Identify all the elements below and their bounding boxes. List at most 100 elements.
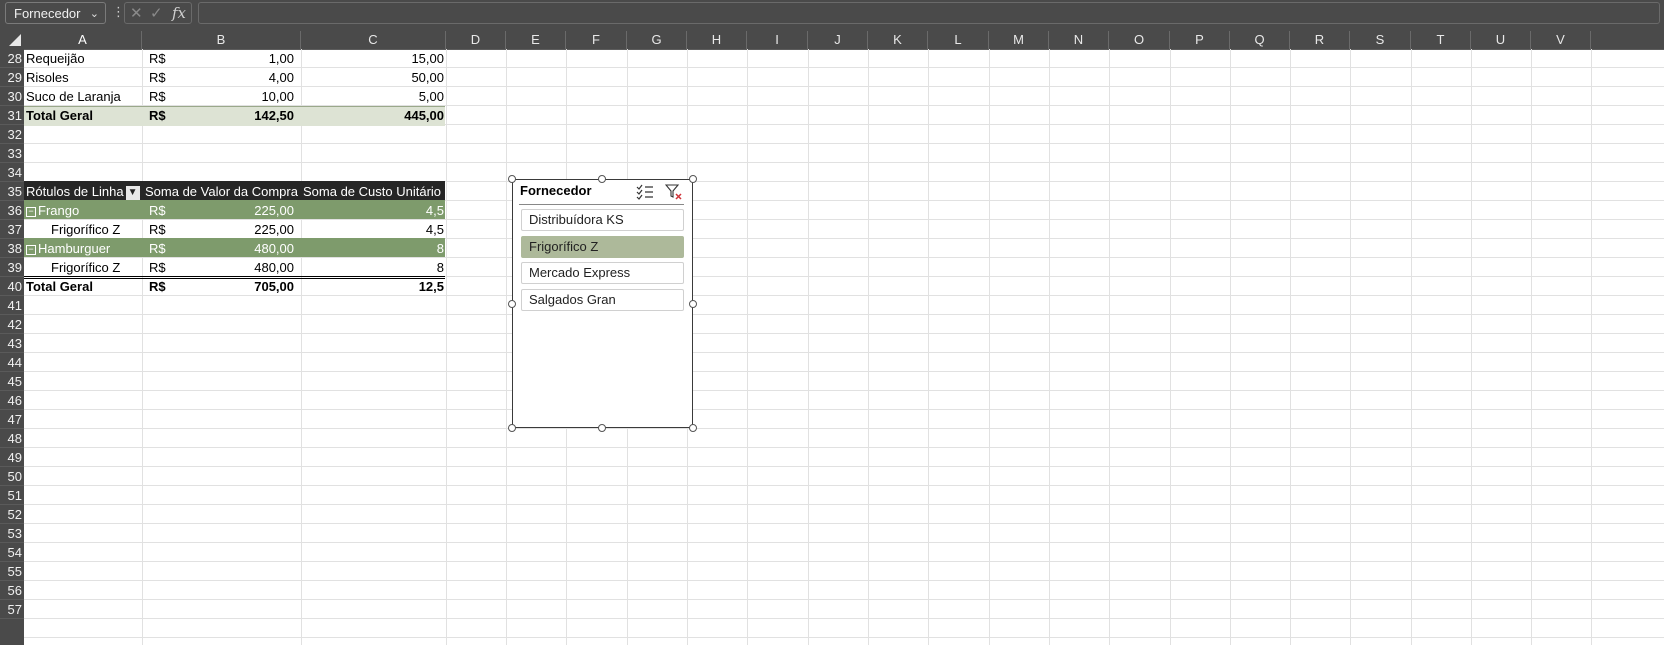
row-header-38[interactable]: 38 <box>0 239 24 258</box>
row-header-41[interactable]: 41 <box>0 296 24 315</box>
column-header-s[interactable]: S <box>1350 31 1411 49</box>
pivot-value[interactable]: 480,00 <box>190 258 294 277</box>
cell-value[interactable]: 50,00 <box>330 68 444 87</box>
column-header-f[interactable]: F <box>566 31 627 49</box>
row-header-39[interactable]: 39 <box>0 258 24 277</box>
row-header-55[interactable]: 55 <box>0 562 24 581</box>
pivot-value[interactable]: 225,00 <box>190 201 294 220</box>
column-header-a[interactable]: A <box>24 31 142 49</box>
cell-value[interactable]: 1,00 <box>190 49 294 68</box>
cell-currency[interactable]: R$ <box>149 220 179 239</box>
column-header-c[interactable]: C <box>301 31 446 49</box>
row-header-29[interactable]: 29 <box>0 68 24 87</box>
row-header-34[interactable]: 34 <box>0 163 24 182</box>
cell-total-value[interactable]: 142,50 <box>190 106 294 125</box>
pivot-header-sum-value[interactable]: Soma de Valor da Compra <box>145 182 301 201</box>
pivot-cost[interactable]: 8 <box>330 239 444 258</box>
enter-icon[interactable]: ✓ <box>150 4 163 22</box>
row-header-56[interactable]: 56 <box>0 581 24 600</box>
column-header-i[interactable]: I <box>747 31 808 49</box>
resize-handle[interactable] <box>508 175 516 183</box>
cell-currency[interactable]: R$ <box>149 277 179 296</box>
slicer-item[interactable]: Distribuídora KS <box>521 209 684 231</box>
resize-handle[interactable] <box>508 424 516 432</box>
pivot-total-cost[interactable]: 12,5 <box>330 277 444 296</box>
row-header-51[interactable]: 51 <box>0 486 24 505</box>
column-header-r[interactable]: R <box>1290 31 1350 49</box>
column-header-e[interactable]: E <box>506 31 566 49</box>
row-header-54[interactable]: 54 <box>0 543 24 562</box>
pivot-detail-label[interactable]: Frigorífico Z <box>51 258 142 277</box>
cell-label[interactable]: Requeijão <box>26 49 142 68</box>
row-header-48[interactable]: 48 <box>0 429 24 448</box>
column-header-k[interactable]: K <box>868 31 928 49</box>
cancel-icon[interactable]: ✕ <box>130 4 143 22</box>
filter-dropdown-icon[interactable]: ▼ <box>125 185 140 200</box>
column-header-j[interactable]: J <box>808 31 868 49</box>
pivot-total-value[interactable]: 705,00 <box>190 277 294 296</box>
pivot-group-label[interactable]: − Frango <box>26 201 142 220</box>
column-header-l[interactable]: L <box>928 31 989 49</box>
cell-value[interactable]: 10,00 <box>190 87 294 106</box>
pivot-header-sum-cost[interactable]: Soma de Custo Unitário <box>303 182 445 201</box>
slicer-item[interactable]: Salgados Gran <box>521 288 684 311</box>
worksheet-grid[interactable] <box>24 49 1664 645</box>
cell-currency[interactable]: R$ <box>149 68 179 87</box>
column-header-o[interactable]: O <box>1109 31 1170 49</box>
clear-filter-icon[interactable] <box>665 184 683 201</box>
cell-currency[interactable]: R$ <box>149 258 179 277</box>
row-header-32[interactable]: 32 <box>0 125 24 144</box>
column-header-t[interactable]: T <box>1411 31 1471 49</box>
select-all-corner[interactable] <box>0 31 24 49</box>
cell-label[interactable]: Risoles <box>26 68 142 87</box>
slicer-fornecedor[interactable]: Fornecedor Distribuídora KS Frigorífico Z… <box>508 175 697 432</box>
pivot-value[interactable]: 480,00 <box>190 239 294 258</box>
pivot-cost[interactable]: 4,5 <box>330 220 444 239</box>
column-header-d[interactable]: D <box>446 31 506 49</box>
resize-handle[interactable] <box>689 175 697 183</box>
row-header-42[interactable]: 42 <box>0 315 24 334</box>
row-header-40[interactable]: 40 <box>0 277 24 296</box>
cell-currency[interactable]: R$ <box>149 201 179 220</box>
pivot-cost[interactable]: 8 <box>330 258 444 277</box>
column-header-g[interactable]: G <box>627 31 687 49</box>
cell-value[interactable]: 4,00 <box>190 68 294 87</box>
row-header-44[interactable]: 44 <box>0 353 24 372</box>
row-header-37[interactable]: 37 <box>0 220 24 239</box>
row-header-49[interactable]: 49 <box>0 448 24 467</box>
row-header-52[interactable]: 52 <box>0 505 24 524</box>
row-header-43[interactable]: 43 <box>0 334 24 353</box>
column-header-h[interactable]: H <box>687 31 747 49</box>
insert-function-icon[interactable]: fx <box>172 4 186 22</box>
column-header-u[interactable]: U <box>1471 31 1531 49</box>
column-header-m[interactable]: M <box>989 31 1049 49</box>
cell-currency[interactable]: R$ <box>149 49 179 68</box>
cell-total-value[interactable]: 445,00 <box>330 106 444 125</box>
row-header-50[interactable]: 50 <box>0 467 24 486</box>
slicer-item[interactable]: Mercado Express <box>521 262 684 284</box>
row-header-28[interactable]: 28 <box>0 49 24 68</box>
pivot-total-label[interactable]: Total Geral <box>26 277 142 296</box>
formula-input[interactable] <box>198 2 1660 24</box>
row-header-46[interactable]: 46 <box>0 391 24 410</box>
cell-currency[interactable]: R$ <box>149 106 179 125</box>
column-header-q[interactable]: Q <box>1230 31 1290 49</box>
row-header-57[interactable]: 57 <box>0 600 24 619</box>
row-header-53[interactable]: 53 <box>0 524 24 543</box>
row-header-33[interactable]: 33 <box>0 144 24 163</box>
name-box[interactable]: Fornecedor ⌄ <box>5 2 106 24</box>
resize-handle[interactable] <box>508 300 516 308</box>
resize-handle[interactable] <box>598 175 606 183</box>
row-header-31[interactable]: 31 <box>0 106 24 125</box>
chevron-down-icon[interactable]: ⌄ <box>90 3 99 25</box>
row-header-45[interactable]: 45 <box>0 372 24 391</box>
cell-currency[interactable]: R$ <box>149 239 179 258</box>
collapse-icon[interactable]: − <box>26 206 36 217</box>
collapse-icon[interactable]: − <box>26 244 36 255</box>
slicer-item[interactable]: Frigorífico Z <box>521 235 684 258</box>
pivot-group-label[interactable]: − Hamburguer <box>26 239 142 258</box>
column-header-n[interactable]: N <box>1049 31 1109 49</box>
row-header-35[interactable]: 35 <box>0 182 24 201</box>
cell-value[interactable]: 15,00 <box>330 49 444 68</box>
cell-currency[interactable]: R$ <box>149 87 179 106</box>
